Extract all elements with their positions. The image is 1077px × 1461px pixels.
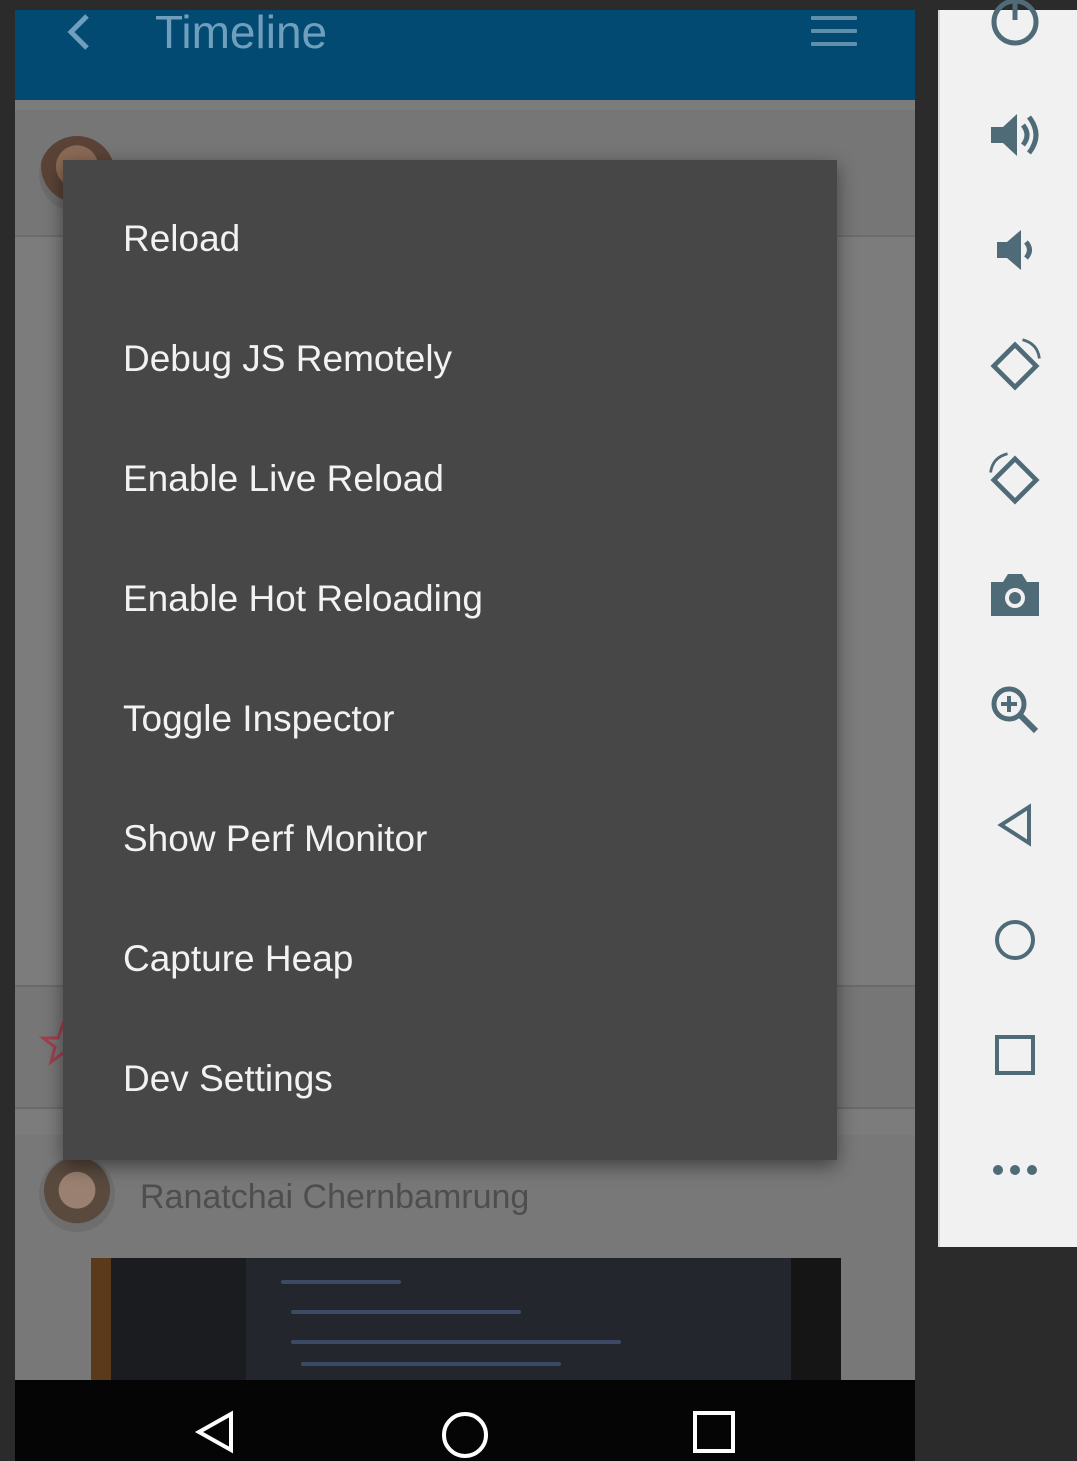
overview-icon[interactable]	[985, 1025, 1045, 1085]
menu-item-label: Dev Settings	[123, 1058, 333, 1099]
menu-item-label: Show Perf Monitor	[123, 818, 428, 859]
menu-item-dev-settings[interactable]: Dev Settings	[63, 1020, 837, 1140]
post-author-name: Ranatchai Chernbamrung	[140, 1178, 530, 1216]
menu-item-show-perf-monitor[interactable]: Show Perf Monitor	[63, 780, 837, 900]
window-top-strip	[0, 0, 1077, 10]
menu-item-label: Enable Hot Reloading	[123, 578, 483, 619]
hamburger-icon[interactable]	[811, 16, 857, 46]
menu-item-enable-hot-reloading[interactable]: Enable Hot Reloading	[63, 540, 837, 660]
menu-item-label: Capture Heap	[123, 938, 354, 979]
system-nav-bar	[15, 1380, 915, 1461]
menu-item-debug-js-remotely[interactable]: Debug JS Remotely	[63, 300, 837, 420]
zoom-icon[interactable]	[985, 680, 1045, 740]
menu-item-capture-heap[interactable]: Capture Heap	[63, 900, 837, 1020]
more-icon[interactable]	[985, 1140, 1045, 1200]
volume-up-icon[interactable]	[985, 105, 1045, 165]
chevron-left-icon[interactable]	[61, 12, 97, 52]
back-icon[interactable]	[985, 795, 1045, 855]
emulator-toolbar	[938, 0, 1077, 1247]
dev-menu-dialog: Reload Debug JS Remotely Enable Live Rel…	[63, 160, 837, 1160]
home-icon[interactable]	[985, 910, 1045, 970]
rotate-left-icon[interactable]	[985, 336, 1045, 396]
camera-icon[interactable]	[985, 565, 1045, 625]
recents-icon[interactable]	[692, 1410, 736, 1454]
menu-item-label: Enable Live Reload	[123, 458, 444, 499]
volume-down-icon[interactable]	[985, 220, 1045, 280]
rotate-right-icon[interactable]	[985, 450, 1045, 510]
menu-item-reload[interactable]: Reload	[63, 180, 837, 300]
page-title: Timeline	[155, 10, 328, 58]
back-icon[interactable]	[193, 1410, 237, 1454]
app-bar: Timeline	[15, 10, 915, 100]
menu-item-enable-live-reload[interactable]: Enable Live Reload	[63, 420, 837, 540]
menu-item-label: Reload	[123, 218, 241, 259]
power-icon[interactable]	[985, 0, 1045, 52]
home-icon[interactable]	[440, 1410, 490, 1460]
avatar	[39, 1156, 115, 1232]
post-image	[91, 1258, 841, 1380]
menu-item-label: Toggle Inspector	[123, 698, 395, 739]
menu-item-label: Debug JS Remotely	[123, 338, 453, 379]
menu-item-toggle-inspector[interactable]: Toggle Inspector	[63, 660, 837, 780]
